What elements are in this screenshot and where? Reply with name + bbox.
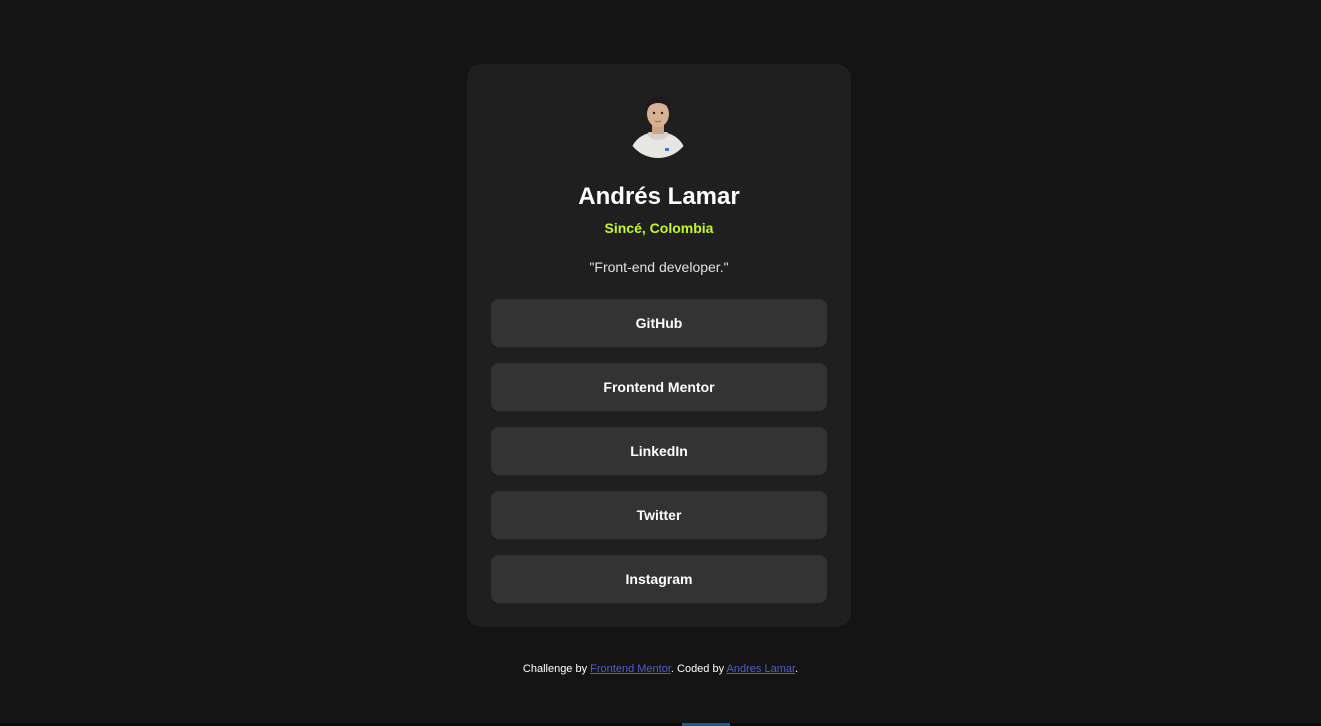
avatar bbox=[625, 92, 691, 158]
attribution-footer: Challenge by Frontend Mentor. Coded by A… bbox=[0, 662, 1321, 676]
github-button[interactable]: GitHub bbox=[491, 299, 827, 347]
attribution-prefix: Challenge by bbox=[522, 663, 591, 675]
attribution-middle: . Coded by bbox=[670, 663, 727, 675]
avatar-image bbox=[625, 92, 691, 158]
linkedin-button[interactable]: LinkedIn bbox=[491, 427, 827, 475]
profile-bio: "Front-end developer." bbox=[589, 259, 729, 275]
author-link[interactable]: Andres Lamar bbox=[727, 663, 795, 675]
challenge-link[interactable]: Frontend Mentor bbox=[590, 663, 671, 675]
social-links: GitHub Frontend Mentor LinkedIn Twitter … bbox=[491, 299, 827, 619]
profile-name: Andrés Lamar bbox=[578, 183, 740, 210]
twitter-button[interactable]: Twitter bbox=[491, 491, 827, 539]
frontend-mentor-button[interactable]: Frontend Mentor bbox=[491, 363, 827, 411]
attribution-suffix: . bbox=[795, 663, 799, 675]
profile-card: Andrés Lamar Sincé, Colombia "Front-end … bbox=[467, 64, 851, 627]
page: Andrés Lamar Sincé, Colombia "Front-end … bbox=[0, 0, 1321, 726]
profile-location: Sincé, Colombia bbox=[604, 220, 714, 236]
instagram-button[interactable]: Instagram bbox=[491, 555, 827, 603]
